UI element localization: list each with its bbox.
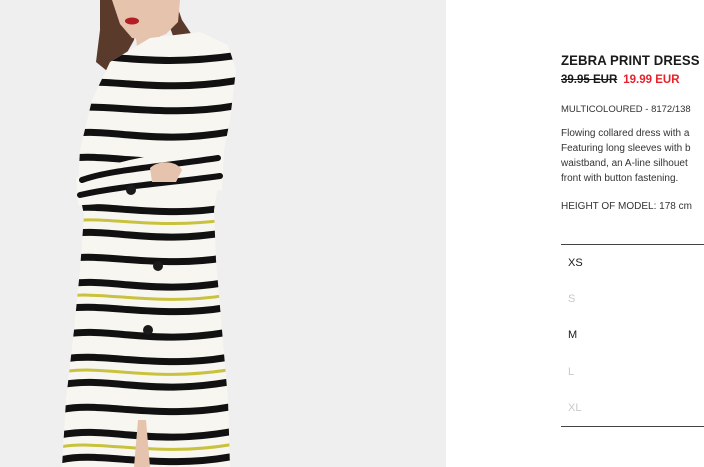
description-line: front with button fastening. [561,173,679,184]
description-line: Featuring long sleeves with b [561,143,691,154]
color-reference: MULTICOLOURED - 8172/138 [561,104,691,115]
size-option-l: L [568,365,575,378]
product-title: ZEBRA PRINT DRESS [561,52,700,68]
size-option-xl: XL [568,401,582,414]
product-info-panel: ZEBRA PRINT DRESS 39.95 EUR 19.99 EUR MUL… [561,50,704,467]
sale-price: 19.99 EUR [623,74,680,86]
size-option-s: S [568,293,576,306]
model-height: HEIGHT OF MODEL: 178 cm [561,201,692,212]
original-price: 39.95 EUR [561,74,618,86]
description-line: Flowing collared dress with a [561,128,690,139]
description-line: waistband, an A-line silhouet [561,158,688,169]
size-option-xs[interactable]: XS [561,245,704,281]
product-image[interactable] [0,0,446,467]
size-option-m[interactable]: M [561,317,704,353]
product-description: Flowing collared dress with a Featuring … [561,126,704,186]
size-selector: XS S M L XL [561,244,704,427]
price-row: 39.95 EUR 19.99 EUR [561,72,704,88]
